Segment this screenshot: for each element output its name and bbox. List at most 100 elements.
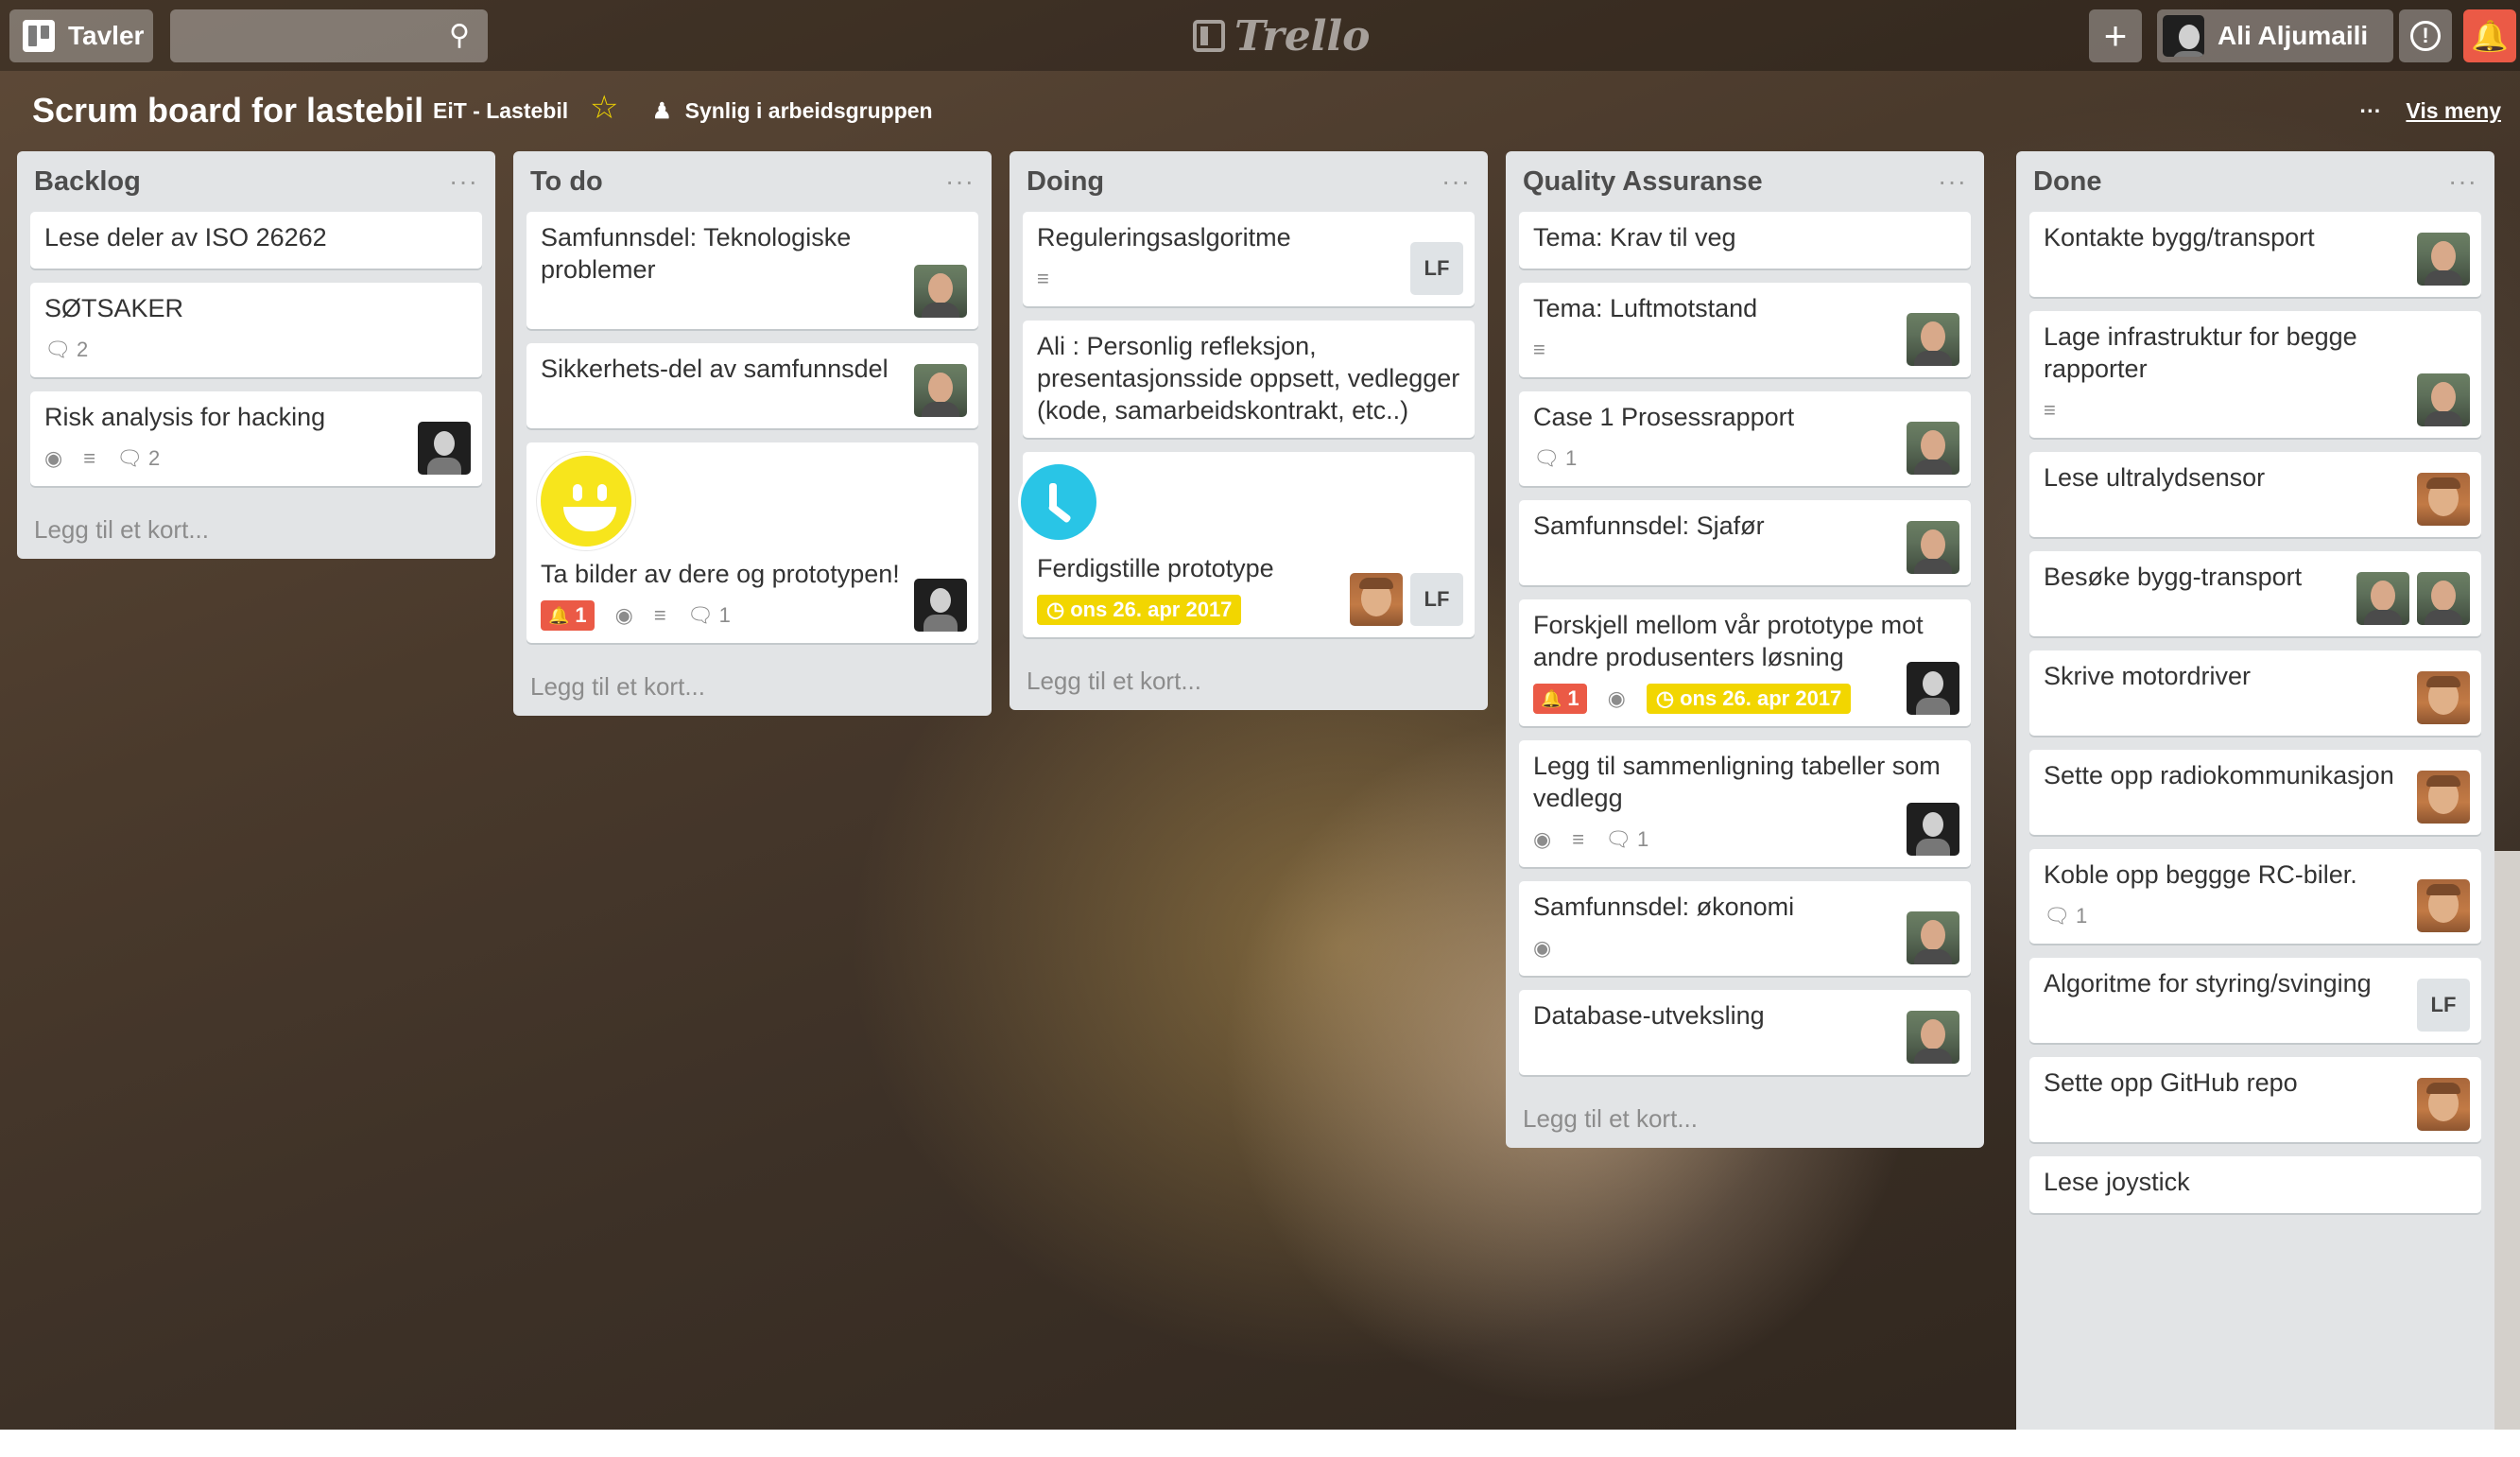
list-title[interactable]: Backlog <box>34 166 141 198</box>
member-avatar[interactable] <box>2417 572 2470 625</box>
list-menu-icon[interactable]: ··· <box>945 166 975 197</box>
member-avatar[interactable] <box>2417 233 2470 286</box>
list-header: Done ··· <box>2029 151 2481 212</box>
card-members <box>2417 1078 2470 1131</box>
search-input[interactable]: ⚲ <box>170 9 488 62</box>
visibility-button[interactable]: ♟ Synlig i arbeidsgruppen <box>652 98 933 124</box>
member-avatar[interactable] <box>1907 803 1959 856</box>
member-avatar[interactable] <box>1907 422 1959 475</box>
list-menu-icon[interactable]: ··· <box>1441 166 1471 197</box>
card[interactable]: Lese deler av ISO 26262 <box>30 212 482 269</box>
due-date-badge[interactable]: ◷ ons 26. apr 2017 <box>1646 684 1852 714</box>
list-title[interactable]: Quality Assuranse <box>1523 166 1763 198</box>
card-members <box>2417 373 2470 426</box>
card[interactable]: Sette opp GitHub repo <box>2029 1057 2481 1142</box>
sticker-eye <box>573 484 582 501</box>
card[interactable]: Reguleringsaslgoritme ≡ LF <box>1023 212 1475 306</box>
show-menu-button[interactable]: ··· Vis meny <box>2359 98 2501 124</box>
card-title: Ali : Personlig refleksjon, presentasjon… <box>1037 332 1460 425</box>
member-avatar[interactable] <box>2417 1078 2470 1131</box>
card-badges: 🔔 1 ◉ ◷ ons 26. apr 2017 <box>1533 683 1957 715</box>
boards-button[interactable]: Tavler <box>9 9 153 62</box>
card[interactable]: Legg til sammenligning tabeller som vedl… <box>1519 740 1971 867</box>
list-title[interactable]: Done <box>2033 166 2102 198</box>
card[interactable]: Lese ultralydsensor <box>2029 452 2481 537</box>
card[interactable]: Risk analysis for hacking ◉ ≡ 🗨 2 <box>30 391 482 486</box>
card[interactable]: Lage infrastruktur for begge rapporter ≡ <box>2029 311 2481 438</box>
member-initials[interactable]: LF <box>1410 242 1463 295</box>
card[interactable]: Tema: Krav til veg <box>1519 212 1971 269</box>
card[interactable]: Lese joystick <box>2029 1156 2481 1213</box>
add-button[interactable]: + <box>2089 9 2142 62</box>
search-icon[interactable]: ⚲ <box>442 19 476 53</box>
card[interactable]: Database-utveksling <box>1519 990 1971 1075</box>
member-avatar[interactable] <box>1350 573 1403 626</box>
member-initials[interactable]: LF <box>2417 979 2470 1032</box>
comments-badge: 🗨 1 <box>687 603 731 628</box>
member-avatar[interactable] <box>1907 911 1959 964</box>
card[interactable]: Kontakte bygg/transport <box>2029 212 2481 297</box>
card[interactable]: Besøke bygg-transport <box>2029 551 2481 636</box>
card[interactable]: Sette opp radiokommunikasjon <box>2029 750 2481 835</box>
add-card-button[interactable]: Legg til et kort... <box>1519 1089 1971 1148</box>
trello-logo[interactable]: Trello <box>1193 9 1371 62</box>
member-avatar[interactable] <box>2417 879 2470 932</box>
add-card-button[interactable]: Legg til et kort... <box>30 500 482 559</box>
card[interactable]: Forskjell mellom vår prototype mot andre… <box>1519 599 1971 726</box>
member-avatar[interactable] <box>1907 521 1959 574</box>
member-avatar[interactable] <box>914 579 967 632</box>
user-name: Ali Aljumaili <box>2218 21 2369 50</box>
user-menu-button[interactable]: Ali Aljumaili <box>2157 9 2393 62</box>
notifications-button[interactable]: 🔔 <box>2463 9 2516 62</box>
star-icon[interactable]: ☆ <box>590 89 618 127</box>
card[interactable]: Algoritme for styring/svinging LF <box>2029 958 2481 1043</box>
list-menu-icon[interactable]: ··· <box>2448 166 2477 197</box>
card[interactable]: Ferdigstille prototype ◷ ons 26. apr 2017 L… <box>1018 452 1475 637</box>
list-to-do: To do ··· Samfunnsdel: Teknologiske proble… <box>513 151 992 716</box>
clock-icon: ◷ <box>1655 686 1675 710</box>
member-avatar[interactable] <box>1907 1011 1959 1064</box>
clock-sticker <box>1018 461 1099 543</box>
list-menu-icon[interactable]: ··· <box>1938 166 1967 197</box>
list-header: Backlog ··· <box>30 151 482 212</box>
card-members <box>1907 521 1959 574</box>
card-title: Tema: Luftmotstand <box>1533 294 1758 322</box>
board-title[interactable]: Scrum board for lastebil <box>32 91 423 130</box>
member-initials[interactable]: LF <box>1410 573 1463 626</box>
comment-count: 1 <box>2075 904 2088 928</box>
card[interactable]: Sikkerhets-del av samfunnsdel <box>526 343 978 428</box>
member-avatar[interactable] <box>2356 572 2409 625</box>
card[interactable]: Skrive motordriver <box>2029 650 2481 736</box>
card[interactable]: Koble opp beggge RC-biler. 🗨 1 <box>2029 849 2481 944</box>
member-avatar[interactable] <box>2417 671 2470 724</box>
card[interactable]: Samfunnsdel: Sjafør <box>1519 500 1971 585</box>
card[interactable]: SØTSAKER 🗨 2 <box>30 283 482 377</box>
list-menu-icon[interactable]: ··· <box>449 166 478 197</box>
member-avatar[interactable] <box>2417 373 2470 426</box>
add-card-button[interactable]: Legg til et kort... <box>526 657 978 716</box>
list-title[interactable]: To do <box>530 166 603 198</box>
card-title: Lese joystick <box>2044 1168 2190 1196</box>
list-title[interactable]: Doing <box>1027 166 1104 198</box>
member-avatar[interactable] <box>418 422 471 475</box>
card[interactable]: Case 1 Prosessrapport 🗨 1 <box>1519 391 1971 486</box>
info-button[interactable]: ! <box>2399 9 2452 62</box>
card-title: Samfunnsdel: Sjafør <box>1533 512 1765 540</box>
card-badges: 🗨 1 <box>1533 442 1957 475</box>
card[interactable]: Samfunnsdel: Teknologiske problemer <box>526 212 978 329</box>
card[interactable]: Tema: Luftmotstand ≡ <box>1519 283 1971 377</box>
card[interactable]: Samfunnsdel: økonomi ◉ <box>1519 881 1971 976</box>
add-card-button[interactable]: Legg til et kort... <box>1023 651 1475 710</box>
member-avatar[interactable] <box>1907 313 1959 366</box>
due-date-badge[interactable]: ◷ ons 26. apr 2017 <box>1037 595 1242 625</box>
card[interactable]: Ta bilder av dere og prototypen! 🔔 1 ◉ ≡ 🗨 1 <box>526 442 978 643</box>
card[interactable]: Ali : Personlig refleksjon, presentasjon… <box>1023 321 1475 438</box>
member-avatar[interactable] <box>914 364 967 417</box>
member-avatar[interactable] <box>914 265 967 318</box>
board-team[interactable]: EiT - Lastebil <box>433 98 568 124</box>
member-avatar[interactable] <box>2417 771 2470 824</box>
card-spacer <box>1533 1032 1957 1064</box>
member-avatar[interactable] <box>2417 473 2470 526</box>
description-icon: ≡ <box>1533 338 1545 361</box>
member-avatar[interactable] <box>1907 662 1959 715</box>
